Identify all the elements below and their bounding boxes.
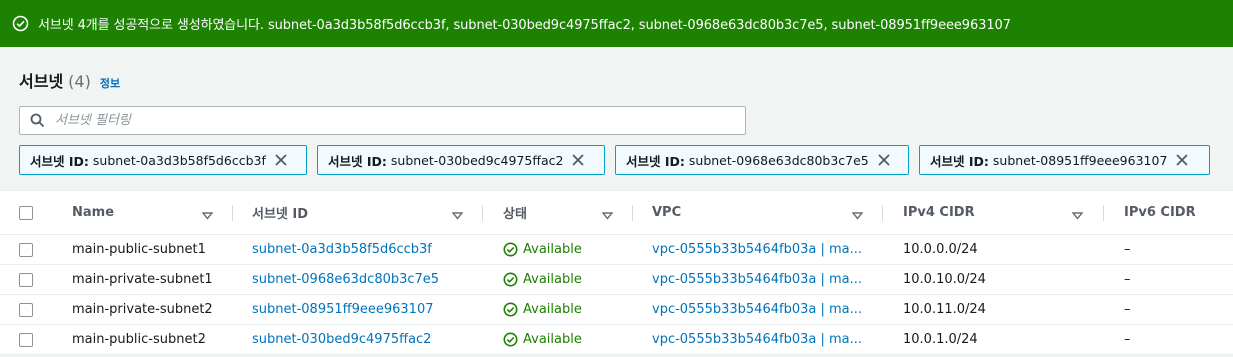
check-circle-icon [503, 332, 518, 347]
subnet-id-link[interactable]: subnet-030bed9c4975ffac2 [252, 332, 482, 347]
row-checkbox[interactable] [19, 272, 33, 287]
token-value: subnet-0a3d3b58f5d6ccb3f [92, 152, 266, 168]
column-divider[interactable] [1103, 205, 1104, 221]
subnet-id-link[interactable]: subnet-0968e63dc80b3c7e5 [252, 272, 482, 287]
page-header: 서브넷 (4) 정보 [19, 68, 120, 92]
token-value: subnet-0968e63dc80b3c7e5 [688, 152, 869, 168]
caret-down-icon[interactable] [201, 209, 214, 220]
ipv6-cidr: – [1124, 242, 1131, 257]
info-link[interactable]: 정보 [100, 75, 120, 91]
subnet-name: main-private-subnet2 [72, 302, 213, 317]
status-badge: Available [503, 272, 628, 287]
subnet-name: main-public-subnet1 [72, 242, 206, 257]
ipv4-cidr: 10.0.0.0/24 [903, 242, 978, 257]
success-flash-banner: 서브넷 4개를 성공적으로 생성하였습니다. subnet-0a3d3b58f5… [0, 0, 1233, 47]
token-key: 서브넷 ID: [626, 153, 685, 169]
token-value: subnet-030bed9c4975ffac2 [390, 152, 564, 168]
token-key: 서브넷 ID: [930, 153, 989, 169]
ipv4-cidr: 10.0.1.0/24 [903, 332, 978, 347]
filter-token: 서브넷 ID: subnet-0968e63dc80b3c7e5 [615, 145, 909, 175]
select-all-checkbox[interactable] [19, 205, 33, 220]
subnet-id-link[interactable]: subnet-08951ff9eee963107 [252, 302, 482, 317]
ipv4-cidr: 10.0.11.0/24 [903, 302, 986, 317]
status-text: Available [523, 302, 582, 317]
close-icon[interactable] [1175, 153, 1189, 167]
filter-tokens: 서브넷 ID: subnet-0a3d3b58f5d6ccb3f 서브넷 ID:… [19, 145, 1210, 175]
subnet-id-link[interactable]: subnet-0a3d3b58f5d6ccb3f [252, 242, 482, 257]
table-row[interactable]: main-public-subnet1 subnet-0a3d3b58f5d6c… [0, 235, 1233, 265]
status-badge: Available [503, 242, 628, 257]
subnet-name: main-private-subnet1 [72, 272, 213, 287]
caret-down-icon[interactable] [601, 209, 614, 220]
vpc-link[interactable]: vpc-0555b33b5464fb03a | ma... [652, 242, 862, 257]
token-value: subnet-08951ff9eee963107 [992, 152, 1168, 168]
caret-down-icon[interactable] [851, 209, 864, 220]
check-circle-icon [503, 302, 518, 317]
row-checkbox[interactable] [19, 242, 33, 257]
column-divider[interactable] [882, 205, 883, 221]
table-row[interactable]: main-private-subnet1 subnet-0968e63dc80b… [0, 265, 1233, 295]
subnet-name: main-public-subnet2 [72, 332, 206, 347]
column-header-subnet-id[interactable]: 서브넷 ID [252, 203, 482, 222]
filter-search-box[interactable] [19, 106, 746, 135]
row-checkbox[interactable] [19, 302, 33, 317]
column-divider[interactable] [232, 205, 233, 221]
status-text: Available [523, 242, 582, 257]
caret-down-icon[interactable] [451, 209, 464, 220]
item-count: (4) [68, 72, 91, 91]
filter-token: 서브넷 ID: subnet-0a3d3b58f5d6ccb3f [19, 145, 307, 175]
search-input[interactable] [55, 113, 705, 128]
column-header-vpc[interactable]: VPC [652, 205, 862, 220]
close-icon[interactable] [571, 153, 585, 167]
ipv6-cidr: – [1124, 302, 1131, 317]
ipv6-cidr: – [1124, 272, 1131, 287]
column-divider[interactable] [482, 205, 483, 221]
status-text: Available [523, 332, 582, 347]
status-badge: Available [503, 332, 628, 347]
status-text: Available [523, 272, 582, 287]
flash-message: 서브넷 4개를 성공적으로 생성하였습니다. subnet-0a3d3b58f5… [38, 18, 1011, 33]
table-row[interactable]: main-public-subnet2 subnet-030bed9c4975f… [0, 325, 1233, 355]
vpc-link[interactable]: vpc-0555b33b5464fb03a | ma... [652, 302, 862, 317]
row-checkbox[interactable] [19, 332, 33, 347]
check-circle-icon [503, 272, 518, 287]
column-divider[interactable] [632, 205, 633, 221]
caret-down-icon[interactable] [1071, 209, 1084, 220]
status-badge: Available [503, 302, 628, 317]
page-title: 서브넷 [19, 72, 64, 91]
vpc-link[interactable]: vpc-0555b33b5464fb03a | ma... [652, 272, 862, 287]
column-header-ipv6-cidr[interactable]: IPv6 CIDR [1124, 205, 1229, 220]
ipv6-cidr: – [1124, 332, 1131, 347]
table-row[interactable]: main-private-subnet2 subnet-08951ff9eee9… [0, 295, 1233, 325]
filter-token: 서브넷 ID: subnet-030bed9c4975ffac2 [317, 145, 605, 175]
close-icon[interactable] [877, 153, 891, 167]
token-key: 서브넷 ID: [328, 153, 387, 169]
ipv4-cidr: 10.0.10.0/24 [903, 272, 986, 287]
table-header: Name 서브넷 ID 상태 VPC IPv4 CIDR IPv6 CIDR [0, 191, 1233, 235]
check-circle-icon [503, 242, 518, 257]
close-icon[interactable] [274, 153, 288, 167]
search-icon [30, 113, 45, 128]
subnets-table: Name 서브넷 ID 상태 VPC IPv4 CIDR IPv6 CIDR m… [0, 190, 1233, 355]
token-key: 서브넷 ID: [30, 153, 89, 169]
check-circle-icon [12, 15, 29, 32]
vpc-link[interactable]: vpc-0555b33b5464fb03a | ma... [652, 332, 862, 347]
column-header-ipv4-cidr[interactable]: IPv4 CIDR [903, 205, 1093, 220]
filter-token: 서브넷 ID: subnet-08951ff9eee963107 [919, 145, 1210, 175]
